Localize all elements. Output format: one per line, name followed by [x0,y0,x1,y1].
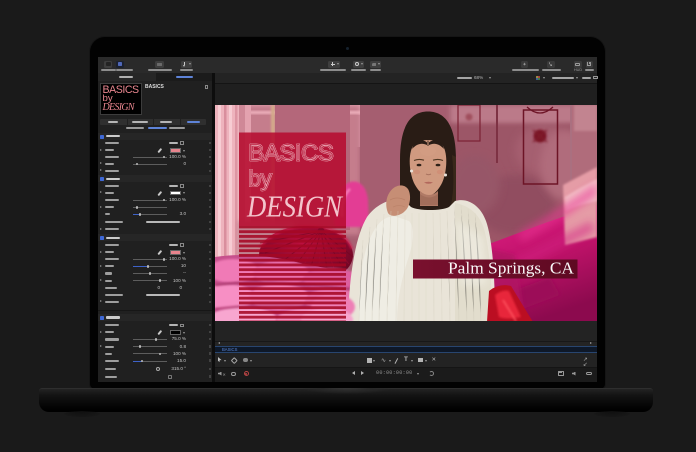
svg-text:Palm Springs, CA: Palm Springs, CA [448,258,575,277]
svg-text:DESIGN: DESIGN [246,188,344,223]
svg-text:BASICS: BASICS [249,139,334,165]
svg-text:by: by [249,166,272,191]
